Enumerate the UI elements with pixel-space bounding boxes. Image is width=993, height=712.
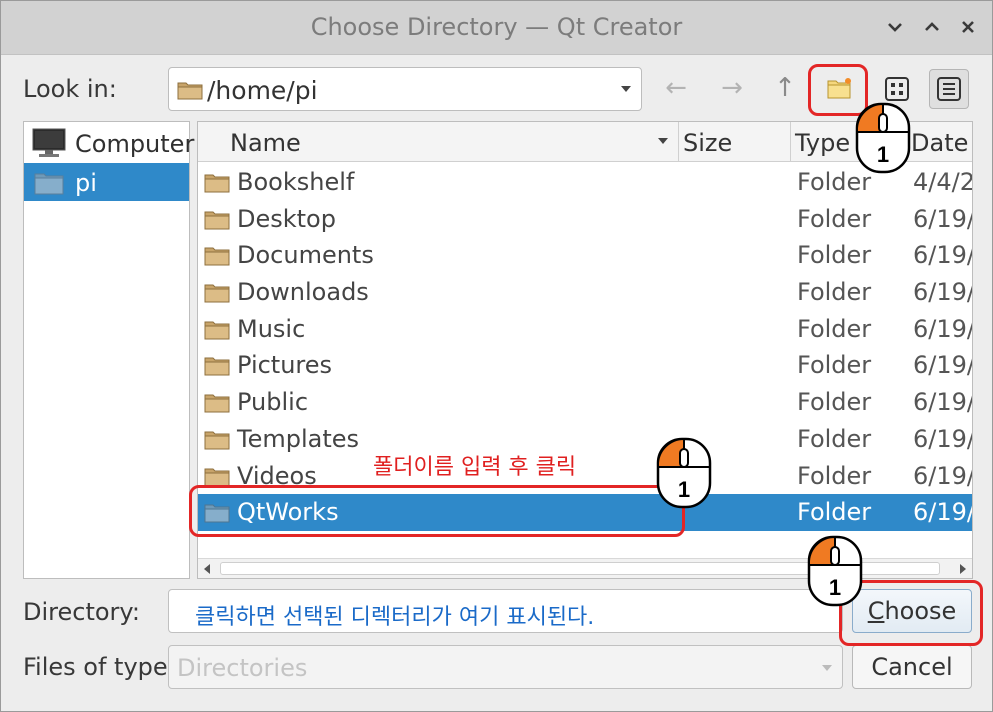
- close-icon: [962, 21, 974, 33]
- table-row[interactable]: Pictures Folder 6/19/: [198, 347, 972, 384]
- table-row[interactable]: Music Folder 6/19/: [198, 311, 972, 348]
- detail-view-button[interactable]: [929, 69, 969, 109]
- forward-button[interactable]: →: [717, 73, 747, 103]
- highlight-selected-folder: [189, 485, 685, 537]
- detail-view-icon: [937, 77, 961, 101]
- close-button[interactable]: [956, 15, 980, 39]
- mouse-click-marker: 1: [807, 535, 863, 607]
- parent-directory-button[interactable]: ↑: [770, 73, 800, 103]
- table-row[interactable]: Public Folder 6/19/: [198, 384, 972, 421]
- files-of-type-value: Directories: [177, 654, 308, 682]
- sidebar-item-label: Computer: [75, 130, 195, 158]
- folder-icon: [204, 394, 230, 413]
- minimize-button[interactable]: [883, 15, 907, 39]
- chevron-down-icon: [888, 23, 902, 32]
- step-number: 1: [876, 142, 890, 167]
- maximize-button[interactable]: [920, 15, 944, 39]
- back-button[interactable]: ←: [661, 73, 691, 103]
- file-rows: Bookshelf Folder 4/4/2 Desktop Folder 6/…: [198, 164, 972, 531]
- sidebar-item-label: pi: [75, 169, 97, 197]
- computer-icon: [32, 128, 66, 157]
- annotation-folder-hint: 폴더이름 입력 후 클릭: [373, 455, 577, 480]
- places-sidebar: Computer pi: [23, 121, 194, 579]
- mouse-click-marker: 1: [855, 102, 911, 174]
- sidebar-item-computer[interactable]: Computer: [24, 124, 194, 162]
- folder-icon: [204, 284, 230, 303]
- window-title: Choose Directory — Qt Creator: [310, 13, 683, 41]
- table-row[interactable]: Documents Folder 6/19/: [198, 237, 972, 274]
- folder-icon: [204, 431, 230, 450]
- folder-icon: [204, 321, 230, 340]
- folder-icon: [204, 211, 230, 230]
- scroll-right-icon[interactable]: [960, 564, 966, 574]
- chevron-up-icon: [925, 22, 939, 31]
- step-number: 1: [677, 477, 691, 502]
- cancel-button[interactable]: Cancel: [852, 645, 972, 689]
- folder-icon: [204, 247, 230, 266]
- folder-icon: [204, 174, 230, 193]
- directory-label: Directory:: [23, 598, 140, 626]
- look-in-label: Look in:: [23, 75, 117, 103]
- dropdown-arrow-icon: [621, 86, 631, 92]
- column-header-date[interactable]: Date M: [904, 122, 972, 162]
- folder-icon: [34, 173, 64, 195]
- look-in-combo[interactable]: /home/pi: [168, 67, 642, 111]
- folder-icon: [204, 357, 230, 376]
- sort-descending-icon: [658, 138, 668, 144]
- sidebar-item-pi[interactable]: pi: [24, 163, 189, 201]
- title-bar[interactable]: Choose Directory — Qt Creator: [1, 1, 992, 55]
- table-row[interactable]: Downloads Folder 6/19/: [198, 274, 972, 311]
- column-header-name[interactable]: Name: [198, 122, 679, 162]
- annotation-directory-hint: 클릭하면 선택된 디렉터리가 여기 표시된다.: [195, 605, 595, 630]
- table-row[interactable]: Templates Folder 6/19/: [198, 421, 972, 458]
- folder-icon: [177, 82, 203, 100]
- look-in-value: /home/pi: [207, 76, 318, 105]
- folder-icon: [204, 468, 230, 486]
- files-of-type-combo[interactable]: Directories: [168, 645, 843, 689]
- choose-directory-dialog: Choose Directory — Qt Creator Look in: /…: [0, 0, 993, 712]
- mouse-click-marker: 1: [656, 437, 712, 509]
- table-row[interactable]: Desktop Folder 6/19/: [198, 201, 972, 238]
- scroll-left-icon[interactable]: [204, 564, 210, 574]
- dropdown-arrow-icon: [822, 665, 832, 671]
- files-of-type-label: Files of type:: [23, 653, 176, 681]
- step-number: 1: [828, 575, 842, 600]
- column-header-size[interactable]: Size: [679, 122, 791, 162]
